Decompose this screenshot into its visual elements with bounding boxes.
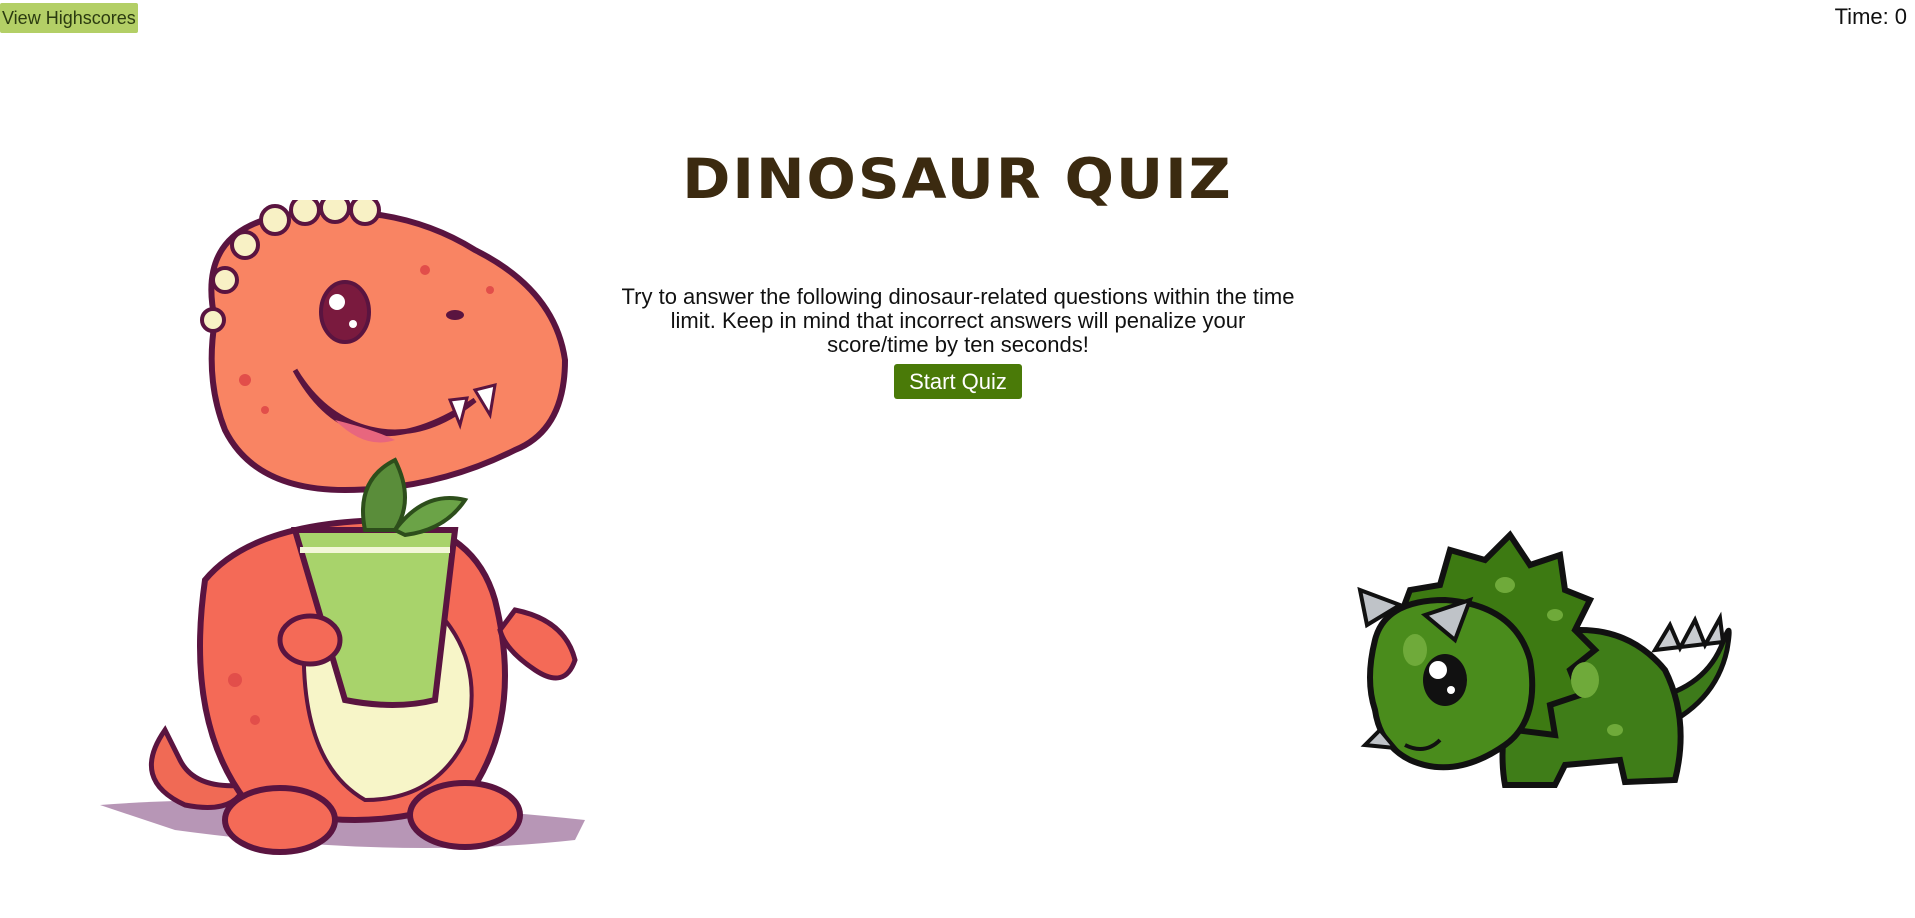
quiz-description: Try to answer the following dinosaur-rel… [621, 284, 1295, 357]
green-triceratops-image [1357, 530, 1732, 788]
start-quiz-button[interactable]: Start Quiz [894, 364, 1022, 399]
page-title: Dinosaur Quiz [682, 146, 1233, 212]
timer-label: Time: [1834, 4, 1889, 29]
orange-dinosaur-image [100, 200, 585, 855]
view-highscores-button[interactable]: View Highscores [0, 3, 138, 33]
top-bar: View Highscores Time: 0 [0, 0, 1915, 40]
timer-value: 0 [1894, 4, 1907, 29]
timer: Time: 0 [1835, 4, 1907, 30]
quiz-start-page: View Highscores Time: 0 DINOSAUR QUIZ Tr… [0, 0, 1915, 918]
